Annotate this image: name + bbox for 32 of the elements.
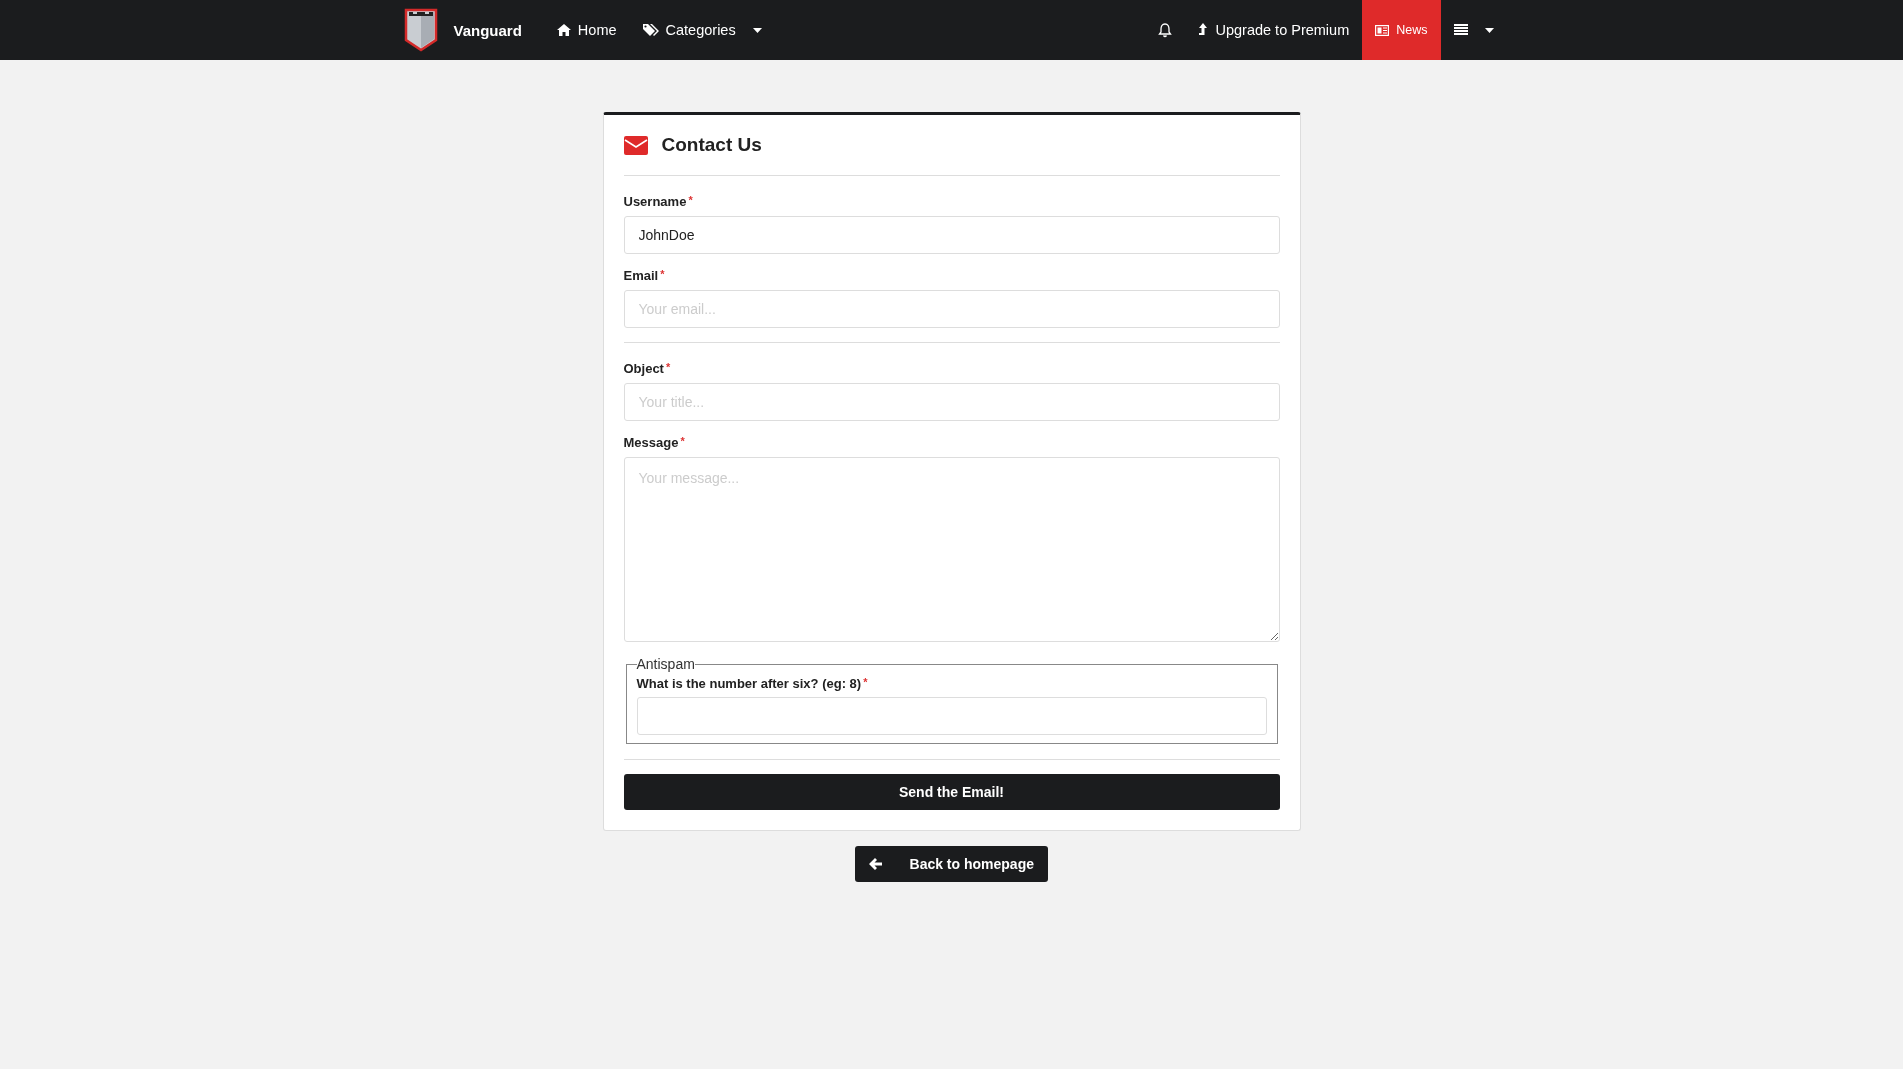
- field-label: Object*: [623, 361, 672, 376]
- brand-name[interactable]: Vanguard: [453, 21, 522, 39]
- card-title: Contact Us: [661, 134, 762, 156]
- nav-link[interactable]: Home: [543, 0, 630, 60]
- envelope-icon: [623, 135, 648, 155]
- required-mark: *: [680, 435, 685, 447]
- home-icon: [556, 24, 571, 36]
- tag-icon: [642, 23, 659, 37]
- back-button[interactable]: Back to homepage: [855, 846, 1048, 882]
- required-mark: *: [660, 268, 665, 280]
- required-mark: *: [688, 194, 693, 206]
- caret-icon: [1484, 27, 1494, 33]
- upload-arrow-icon: [1198, 23, 1209, 37]
- input-field[interactable]: JohnDoe: [623, 216, 1280, 254]
- caret-icon: [752, 27, 762, 33]
- fieldset-legend: Antispam: [636, 656, 695, 672]
- field-label: Username*: [623, 194, 694, 209]
- shield-logo-icon[interactable]: [403, 8, 438, 52]
- nav-link[interactable]: News: [1362, 0, 1441, 60]
- field-label: What is the number after six? (eg: 8)*: [636, 676, 869, 691]
- nav-link[interactable]: Categories: [629, 0, 775, 60]
- field-label: Message*: [623, 435, 686, 450]
- menu-icon[interactable]: [1453, 24, 1468, 36]
- left-arrow-icon: [869, 858, 882, 870]
- required-mark: *: [863, 676, 868, 688]
- required-mark: *: [665, 361, 671, 373]
- newspaper-icon: [1375, 24, 1390, 36]
- bell-icon[interactable]: [1158, 22, 1173, 38]
- send-button[interactable]: Send the Email!: [623, 774, 1280, 810]
- input-field[interactable]: [636, 697, 1267, 735]
- field-label: Email*: [623, 268, 666, 283]
- nav-link[interactable]: Upgrade to Premium: [1185, 0, 1363, 60]
